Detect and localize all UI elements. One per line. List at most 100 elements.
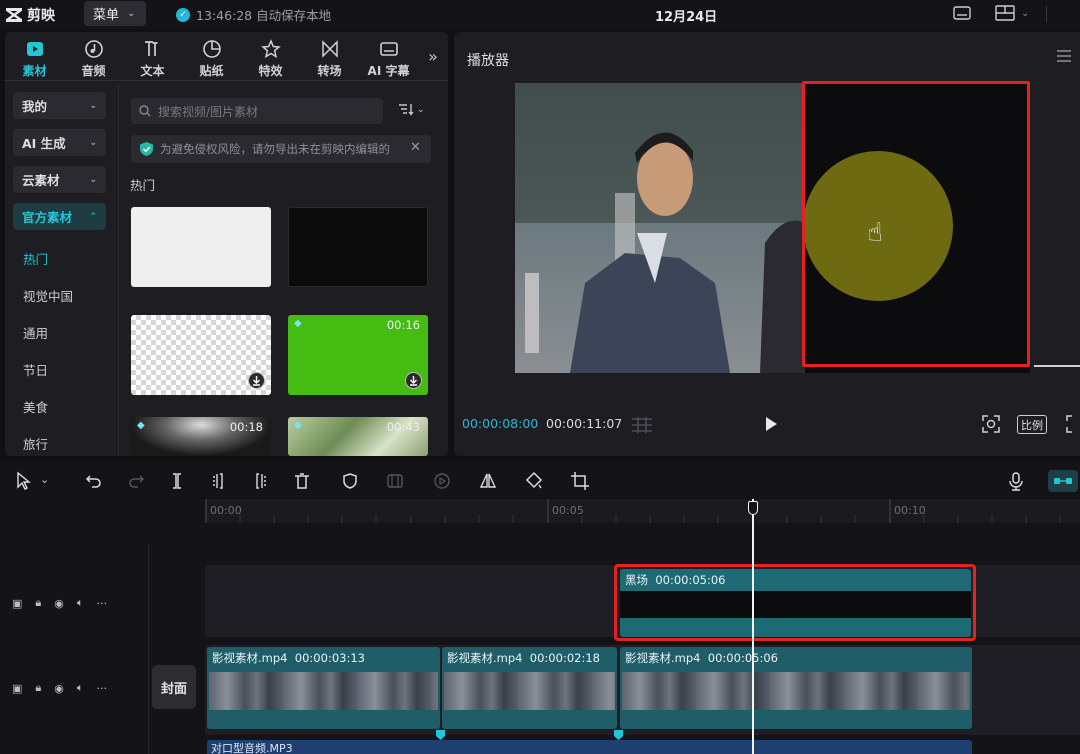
more-icon[interactable]: ··· [96, 597, 107, 610]
volume-icon[interactable]: 🔈︎ [77, 681, 84, 695]
category-label: 云素材 [22, 173, 60, 188]
eye-icon[interactable]: ◉ [54, 597, 64, 610]
chevron-down-icon: ⌄ [127, 8, 136, 19]
mirror-icon[interactable] [478, 471, 498, 491]
fullscreen-preview-icon[interactable] [981, 414, 1001, 437]
play-button[interactable] [764, 416, 778, 435]
crop-icon[interactable] [570, 471, 590, 491]
search-placeholder: 搜索视频/图片素材 [158, 104, 259, 119]
thumb-duration: 00:16 [386, 318, 420, 332]
tab-ai-subtitle[interactable]: AI 字幕 [359, 32, 418, 80]
shortcut-keyboard-icon[interactable] [953, 6, 971, 23]
player-title: 播放器 [467, 53, 509, 69]
subcategory-vcg[interactable]: 视觉中国 [13, 277, 109, 314]
player-menu-icon[interactable] [1057, 50, 1071, 62]
subcategory-food[interactable]: 美食 [13, 388, 109, 425]
track-preview-icon[interactable]: ▣ [12, 682, 22, 695]
expand-icon[interactable] [1065, 415, 1079, 436]
close-notice-icon[interactable]: ✕ [410, 140, 421, 155]
trim-left-icon[interactable] [209, 471, 229, 491]
playhead[interactable] [752, 499, 754, 754]
filter-sort-button[interactable]: ⌄ [398, 103, 425, 116]
material-thumb-green[interactable]: ◆ 00:16 [288, 315, 428, 395]
main-clip-1[interactable]: 影视素材.mp4 00:00:03:13 [207, 647, 440, 729]
lock-icon[interactable]: 🔒︎ [35, 596, 41, 610]
audio-icon [84, 40, 103, 58]
ruler-label: 00:10 [894, 504, 926, 517]
subcategory-hot[interactable]: 热门 [13, 240, 109, 277]
redo-icon[interactable] [126, 471, 146, 491]
audio-clip-name: 对口型音频.MP3 [211, 742, 293, 754]
trim-right-icon[interactable] [250, 471, 270, 491]
chevron-down-icon: ⌄ [89, 100, 97, 111]
category-cloud[interactable]: 云素材 ⌄ [13, 166, 106, 193]
material-thumb-spotlight[interactable]: ◆ 00:18 [131, 417, 271, 456]
autosave-text: 13:46:28 自动保存本地 [196, 8, 332, 23]
material-thumb-black[interactable] [288, 207, 428, 287]
download-icon[interactable] [248, 372, 265, 389]
mask-shield-icon[interactable] [340, 471, 360, 491]
time-ruler[interactable]: 00:00 00:05 00:10 [205, 499, 1080, 523]
timeline-panel: 00:00 00:05 00:10 ▣ 🔒︎ ◉ 🔈︎ ··· ▣ 🔒︎ ◉ 🔈… [0, 499, 1080, 754]
split-icon[interactable] [167, 471, 187, 491]
transition-marker-icon[interactable] [614, 730, 623, 740]
menu-button[interactable]: 菜单 ⌄ [84, 1, 146, 26]
material-search-input[interactable]: 搜索视频/图片素材 [131, 98, 383, 124]
transition-marker-icon[interactable] [436, 730, 445, 740]
delete-icon[interactable] [292, 471, 312, 491]
category-list: 我的 ⌄ AI 生成 ⌄ 云素材 ⌄ 官方素材 ⌃ 热门 视觉中国 通用 节日 美食 旅… [13, 92, 109, 462]
tab-text[interactable]: 文本 [123, 32, 182, 80]
select-cursor-icon[interactable] [14, 471, 34, 491]
audio-clip[interactable]: 对口型音频.MP3 [207, 740, 972, 754]
download-icon[interactable] [405, 372, 422, 389]
tab-label: 素材 [22, 64, 47, 78]
material-thumb-foliage[interactable]: ◆ 00:43 [288, 417, 428, 456]
freeze-frame-icon[interactable] [385, 471, 405, 491]
rotate-icon[interactable] [524, 471, 544, 491]
main-clip-2[interactable]: 影视素材.mp4 00:00:02:18 [442, 647, 617, 729]
layout-switch-button[interactable]: ⌄ [995, 5, 1029, 21]
eye-icon[interactable]: ◉ [54, 682, 64, 695]
playhead-handle[interactable] [748, 501, 758, 515]
material-thumb-white[interactable] [131, 207, 271, 287]
clip-label: 影视素材.mp4 00:00:03:13 [212, 650, 365, 666]
tab-media[interactable]: 素材 [5, 32, 64, 80]
menu-label: 菜单 [93, 8, 120, 23]
cover-button[interactable]: 封面 [152, 665, 196, 709]
tab-audio[interactable]: 音频 [64, 32, 123, 80]
category-official[interactable]: 官方素材 ⌃ [13, 203, 106, 230]
divider [118, 84, 119, 456]
search-icon [139, 105, 151, 117]
category-mine[interactable]: 我的 ⌄ [13, 92, 106, 119]
reverse-play-icon[interactable] [432, 471, 452, 491]
more-icon[interactable]: ··· [96, 682, 107, 695]
microphone-icon[interactable] [1006, 471, 1026, 491]
subcategory-travel[interactable]: 旅行 [13, 425, 109, 462]
tabs-more-chevron-icon[interactable]: » [418, 32, 448, 80]
total-timecode: 00:00:11:07 [546, 416, 623, 431]
undo-icon[interactable] [84, 471, 104, 491]
copyright-notice: 为避免侵权风险，请勿导出未在剪映内编辑的 [131, 135, 431, 163]
volume-icon[interactable]: 🔈︎ [77, 596, 84, 610]
material-thumb-transparent[interactable] [131, 315, 271, 395]
premium-diamond-icon: ◆ [294, 318, 302, 329]
timecode-grid-icon[interactable] [630, 416, 654, 434]
category-ai-generate[interactable]: AI 生成 ⌄ [13, 129, 106, 156]
tab-sticker[interactable]: 贴纸 [182, 32, 241, 80]
chevron-down-icon[interactable]: ⌄ [40, 473, 60, 493]
main-clip-3[interactable]: 影视素材.mp4 00:00:05:06 [620, 647, 972, 729]
layout-icon [995, 5, 1015, 21]
ratio-button[interactable]: 比例 [1017, 415, 1047, 434]
lock-icon[interactable]: 🔒︎ [35, 681, 41, 695]
subcategory-holiday[interactable]: 节日 [13, 351, 109, 388]
filter-icon [399, 104, 414, 116]
subcategory-general[interactable]: 通用 [13, 314, 109, 351]
app-name: 剪映 [27, 8, 55, 24]
chevron-down-icon: ⌄ [1021, 7, 1030, 19]
link-main-track-toggle[interactable] [1048, 470, 1078, 492]
check-circle-icon: ✓ [176, 7, 190, 22]
timeline-highlight-box [614, 564, 976, 641]
track-preview-icon[interactable]: ▣ [12, 597, 22, 610]
tab-transition[interactable]: 转场 [300, 32, 359, 80]
tab-effects[interactable]: 特效 [241, 32, 300, 80]
